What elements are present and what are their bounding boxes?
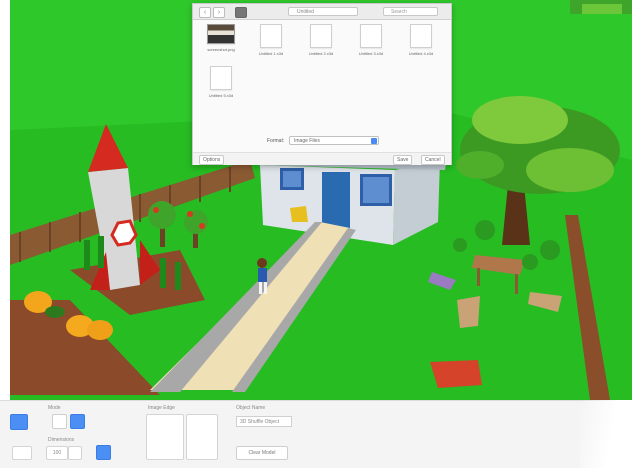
chevron-down-icon [371,138,377,144]
search-input[interactable]: Search [383,7,438,16]
file-item[interactable]: Untitled 5.x3d [201,66,241,98]
dimension-mode-alt[interactable] [114,445,127,458]
back-button[interactable]: ‹ [199,7,211,18]
mode-option-2[interactable] [70,414,85,429]
document-icon [310,24,332,48]
format-select[interactable]: Image Files [289,136,379,145]
app-window: ‹ › Untitled Search screenshot.png Untit… [0,0,632,468]
format-label: Format: [267,138,285,144]
object-name-label: Object Name [236,405,266,411]
3d-viewport[interactable]: ‹ › Untitled Search screenshot.png Untit… [10,0,632,400]
file-name: Untitled 4.x3d [408,51,434,56]
dimension-mode-active[interactable] [96,445,111,460]
format-row: Format: Image Files [193,134,451,148]
document-icon [360,24,382,48]
file-name: Untitled 1.x3d [258,51,284,56]
mode-option-4[interactable] [112,414,125,427]
options-button[interactable]: Options [199,155,225,165]
file-name: screenshot.png [207,47,235,52]
path-popup[interactable]: Untitled [288,7,358,16]
dimension-stepper[interactable] [68,446,82,460]
forward-button[interactable]: › [213,7,225,18]
select-tool-button[interactable] [10,414,28,430]
file-name: Untitled 5.x3d [208,93,234,98]
mode-option-1[interactable] [52,414,67,429]
save-dialog: ‹ › Untitled Search screenshot.png Untit… [192,3,452,165]
file-item[interactable]: Untitled 3.x3d [351,24,391,56]
dimension-control[interactable] [12,446,32,460]
format-value: Image Files [294,138,320,144]
dimensions-label: Dimensions [48,437,75,443]
file-item[interactable]: screenshot.png [201,24,241,52]
image-edge-label: Image Edge [148,405,175,411]
tool-panel [0,400,632,468]
clear-model-button[interactable]: Clear Model [236,446,288,460]
panel-fade [580,400,632,468]
file-item[interactable]: Untitled 2.x3d [301,24,341,56]
dialog-footer: Options Save Cancel [193,152,451,165]
document-icon [210,66,232,90]
dimension-input[interactable]: 100 [46,446,68,460]
mode-label: Mode [48,405,61,411]
save-button[interactable]: Save [393,155,413,165]
image-slot-2[interactable] [186,414,218,460]
document-icon [410,24,432,48]
mode-option-3[interactable] [92,414,105,427]
dialog-toolbar: ‹ › Untitled Search [193,4,451,20]
file-item[interactable]: Untitled 1.x3d [251,24,291,56]
image-slot-1[interactable] [146,414,184,460]
tree-canopy-topright [570,0,632,14]
view-icon-button[interactable] [235,7,247,18]
document-icon [260,24,282,48]
object-name-field[interactable]: 3D Shuffle Object [236,416,292,427]
cancel-button[interactable]: Cancel [421,155,445,165]
file-name: Untitled 2.x3d [308,51,334,56]
file-name: Untitled 3.x3d [358,51,384,56]
image-thumbnail [207,24,235,44]
file-item[interactable]: Untitled 4.x3d [401,24,441,56]
